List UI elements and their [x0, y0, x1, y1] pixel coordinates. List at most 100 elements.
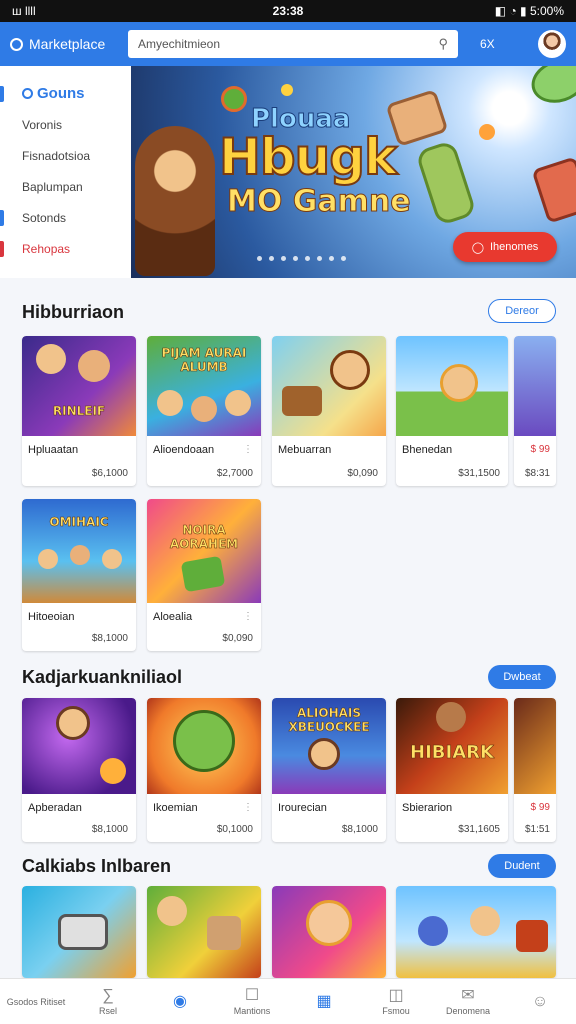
- avatar[interactable]: [538, 30, 566, 58]
- sidebar-item-2[interactable]: Voronis: [0, 109, 131, 140]
- game-card[interactable]: [396, 886, 556, 978]
- chat-icon: ☐: [244, 986, 260, 1004]
- see-more-button[interactable]: Dereor: [488, 299, 556, 323]
- hero-banner[interactable]: Plouaa Hbugk MO Gamne ◯ Ihenomes: [131, 66, 576, 278]
- nav-label: Fsmou: [382, 1005, 410, 1016]
- app-logo[interactable]: Marketplace: [10, 36, 120, 52]
- nav-label: Rsel: [98, 1005, 117, 1016]
- card-title: Bhenedan: [402, 444, 453, 456]
- store-icon: ▦: [316, 992, 332, 1010]
- sidebar-item-label: Sotonds: [22, 210, 67, 225]
- character: [36, 344, 66, 374]
- game-card[interactable]: RINLEIF Hpluaatan $6,1000: [22, 336, 136, 486]
- carousel-dot[interactable]: [329, 256, 334, 261]
- nav-profile[interactable]: ☺: [504, 979, 576, 1024]
- nav-messages[interactable]: ✉ Denomena: [432, 979, 504, 1024]
- nav-games[interactable]: ◉: [144, 979, 216, 1024]
- logo-ring-icon: [10, 37, 23, 51]
- tag-icon: ∑: [102, 986, 114, 1004]
- game-thumbnail: OMIHAIC: [22, 499, 136, 603]
- card-title: Ikoemian: [153, 802, 198, 814]
- banner-title: Hbugk: [218, 127, 398, 187]
- game-thumbnail: PIJAM AURAI ALUMB: [147, 336, 261, 436]
- carousel-dot[interactable]: [257, 256, 262, 261]
- game-card[interactable]: ALIOHAIS XBEUOCKEE Irourecian $8,1000: [272, 698, 386, 842]
- mail-icon: ✉: [461, 986, 475, 1004]
- game-card[interactable]: [147, 886, 261, 978]
- game-card[interactable]: [272, 886, 386, 978]
- search-icon[interactable]: ⚲: [438, 36, 448, 52]
- character: [157, 896, 187, 926]
- game-card-partial[interactable]: $ 99 $1:51: [514, 698, 556, 842]
- game-card[interactable]: HIBIARK Sbierarion $31,1605: [396, 698, 508, 842]
- carousel-indicator[interactable]: [257, 256, 346, 261]
- thumbnail-text: ALIOHAIS XBEUOCKEE: [288, 706, 370, 735]
- card-title: Mebuarran: [278, 444, 332, 456]
- game-card[interactable]: Apberadan $8,1000: [22, 698, 136, 842]
- character: [78, 350, 110, 382]
- decor-block: [525, 66, 576, 110]
- banner-mascot: [135, 126, 215, 276]
- nav-home[interactable]: Gsodos Ritiset: [0, 979, 72, 1024]
- more-options-icon[interactable]: ⋮: [243, 444, 253, 455]
- sidebar-item-games[interactable]: Gouns: [0, 78, 131, 109]
- decor-block: [414, 139, 478, 227]
- thumbnail-text: OMIHAIC: [49, 515, 109, 530]
- more-options-icon[interactable]: ⋮: [243, 611, 253, 622]
- banner-subtitle: MO Gamne: [227, 184, 412, 220]
- block: [516, 920, 548, 952]
- banner-cta-button[interactable]: ◯ Ihenomes: [453, 232, 557, 262]
- card-title: Irourecian: [278, 802, 327, 814]
- sidebar-item-label: Gouns: [37, 85, 85, 102]
- game-thumbnail: [514, 336, 556, 436]
- active-marker: [0, 86, 4, 102]
- card-title: Aloealia: [153, 611, 193, 623]
- search-input[interactable]: [138, 37, 418, 51]
- card-price: $8,1000: [341, 824, 378, 835]
- nav-gifts[interactable]: ◫ Fsmou: [360, 979, 432, 1024]
- carousel-dot[interactable]: [317, 256, 322, 261]
- menu-button[interactable]: 6X: [480, 37, 508, 51]
- search-box[interactable]: ⚲: [128, 30, 458, 58]
- game-thumbnail: [396, 336, 508, 436]
- thumbnail-text: RINLEIF: [52, 404, 106, 419]
- carousel-dot[interactable]: [269, 256, 274, 261]
- card-price: $1:51: [524, 824, 550, 835]
- carousel-dot[interactable]: [305, 256, 310, 261]
- sidebar-item-6[interactable]: Rehopas: [0, 233, 131, 264]
- sidebar-item-label: Baplumpan: [22, 179, 83, 194]
- card-price: $8:31: [524, 468, 550, 479]
- game-card[interactable]: NOIRA AORAHEM Aloealia ⋮ $0,090: [147, 499, 261, 651]
- see-more-button[interactable]: Dwbeat: [488, 665, 556, 689]
- card-title: Apberadan: [28, 802, 82, 814]
- game-card[interactable]: OMIHAIC Hitoeoian $8,1000: [22, 499, 136, 651]
- nav-store[interactable]: ▦: [288, 979, 360, 1024]
- game-card[interactable]: Mebuarran $0,090: [272, 336, 386, 486]
- game-card[interactable]: [22, 886, 136, 978]
- thumbnail-text: HIBIARK: [410, 742, 494, 764]
- carousel-dot[interactable]: [281, 256, 286, 261]
- character: [70, 545, 90, 565]
- sidebar-item-4[interactable]: Baplumpan: [0, 171, 131, 202]
- game-card-partial[interactable]: $ 99 $8:31: [514, 336, 556, 486]
- see-more-button[interactable]: Dudent: [488, 854, 556, 878]
- character: [470, 906, 500, 936]
- card-price: $8,1000: [91, 824, 128, 835]
- character: [102, 549, 122, 569]
- carousel-dot[interactable]: [341, 256, 346, 261]
- game-card[interactable]: PIJAM AURAI ALUMB Alioendoaan ⋮ $2,7000: [147, 336, 261, 486]
- section-title: Hibburriaon: [22, 302, 124, 322]
- sidebar-item-5[interactable]: Sotonds: [0, 202, 131, 233]
- game-card[interactable]: Bhenedan $31,1500: [396, 336, 508, 486]
- carousel-dot[interactable]: [293, 256, 298, 261]
- game-thumbnail: ALIOHAIS XBEUOCKEE: [272, 698, 386, 794]
- card-price: $8,1000: [91, 633, 128, 644]
- nav-label: Mantions: [233, 1005, 271, 1016]
- more-options-icon[interactable]: ⋮: [243, 802, 253, 813]
- nav-mentions[interactable]: ☐ Mantions: [216, 979, 288, 1024]
- game-card[interactable]: Ikoemian ⋮ $0,1000: [147, 698, 261, 842]
- app-title: Marketplace: [29, 36, 106, 52]
- sidebar-item-3[interactable]: Fisnadotsioa: [0, 140, 131, 171]
- nav-sale[interactable]: ∑ Rsel: [72, 979, 144, 1024]
- card-price: $0,090: [347, 468, 378, 479]
